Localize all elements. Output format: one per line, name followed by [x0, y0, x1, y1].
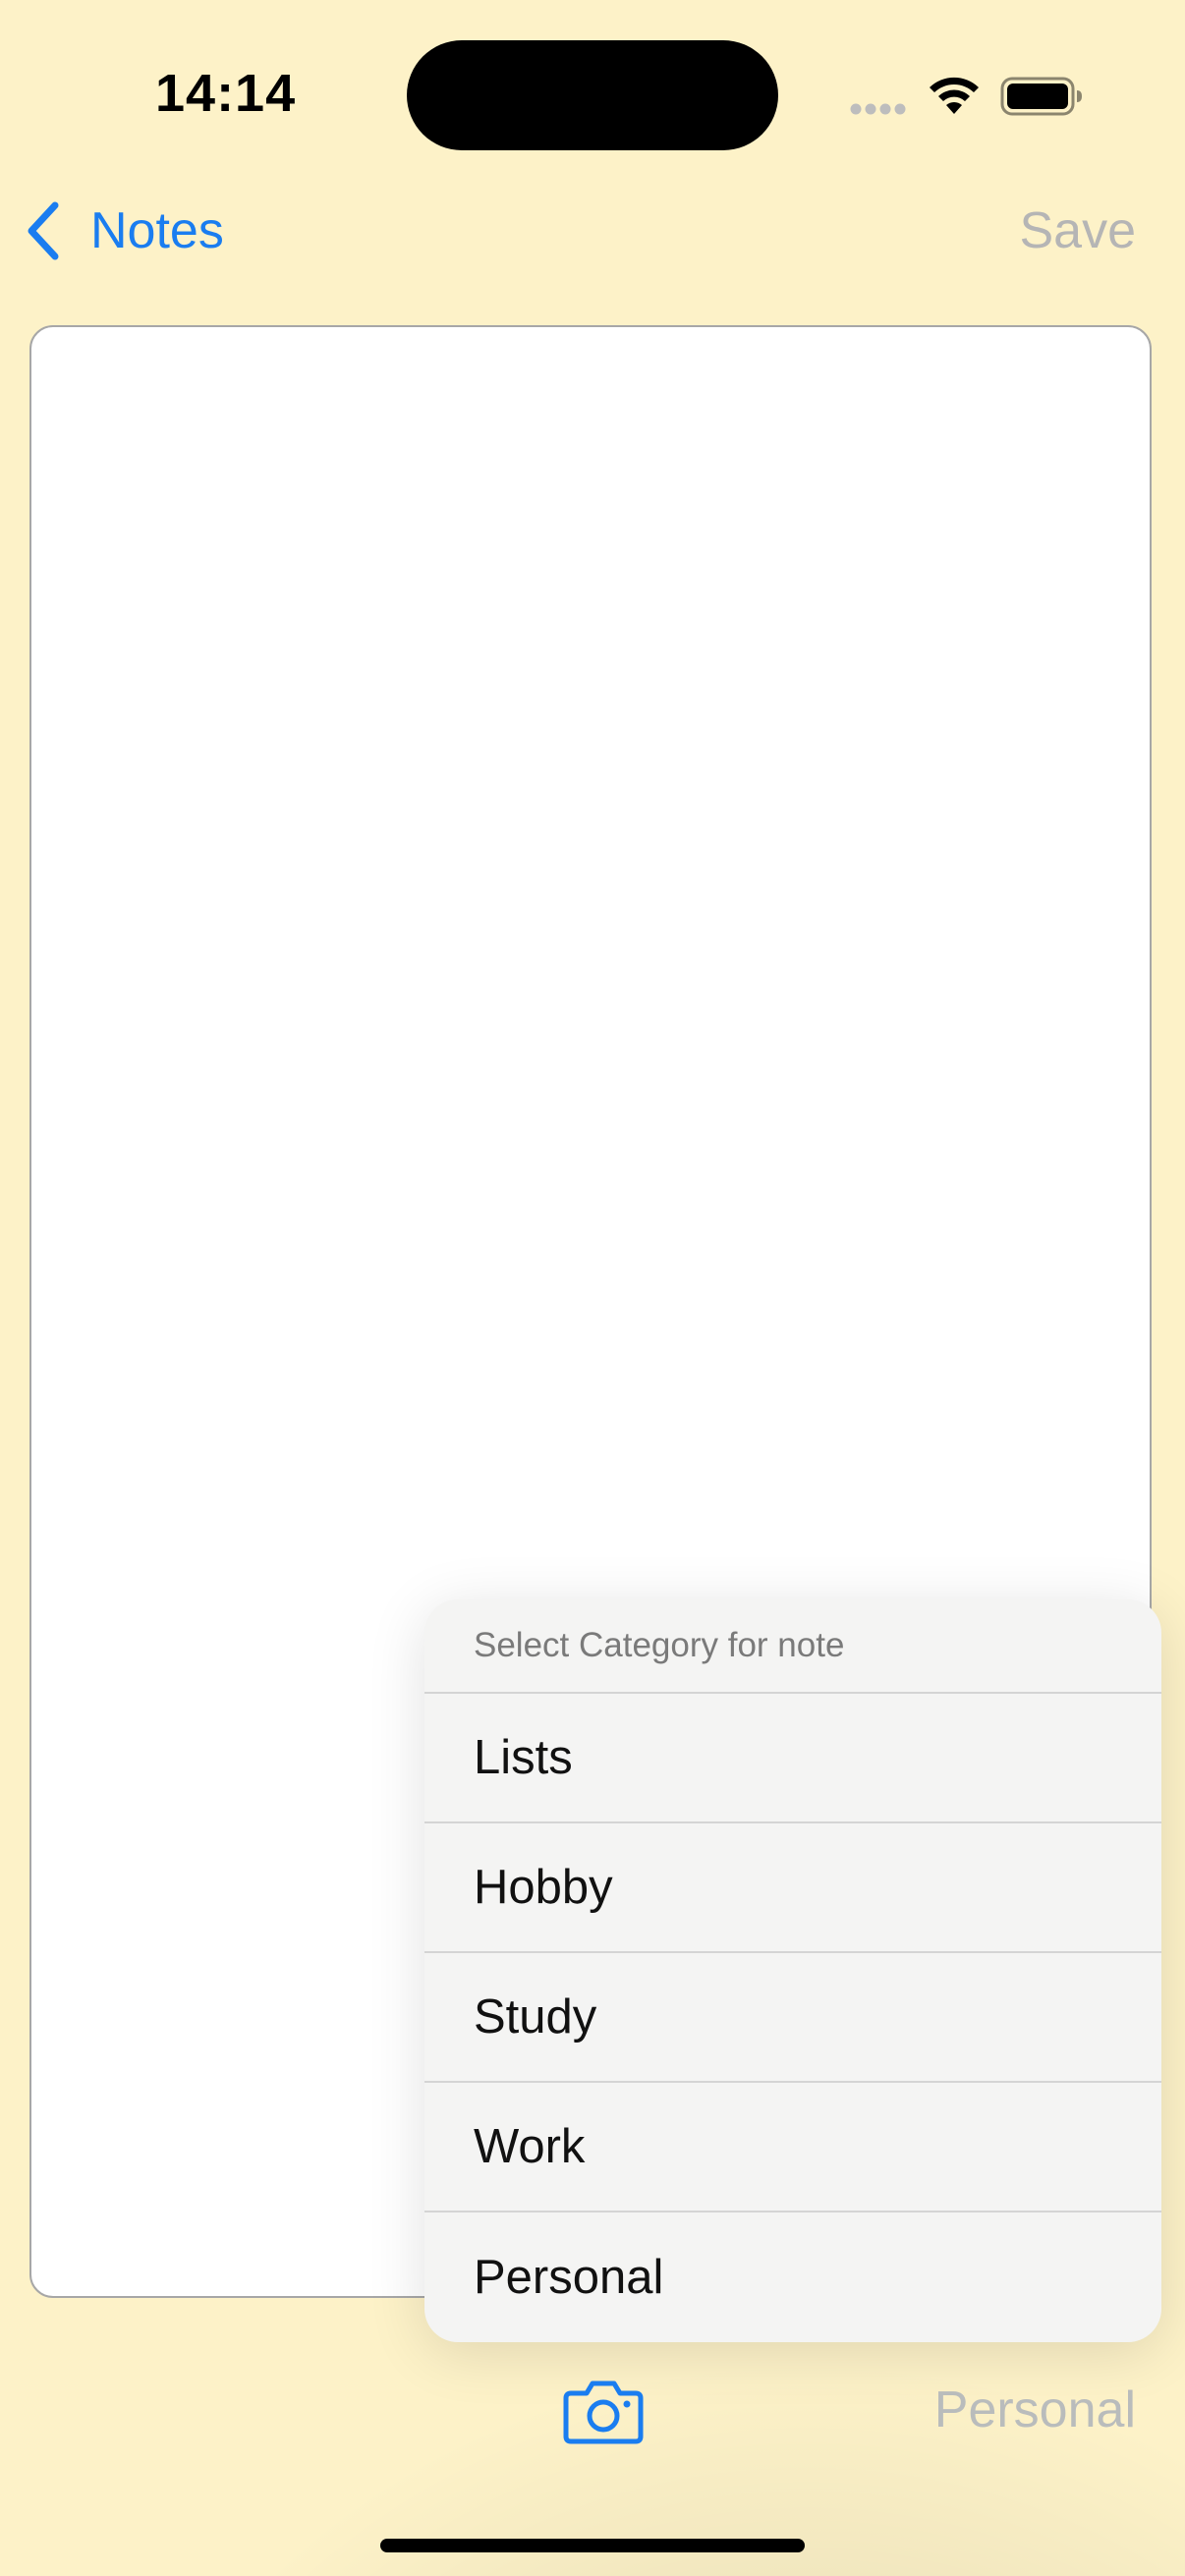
menu-item-lists[interactable]: Lists	[424, 1694, 1161, 1823]
save-button[interactable]: Save	[1019, 201, 1136, 260]
back-button[interactable]: Notes	[24, 196, 224, 265]
dynamic-island	[407, 40, 778, 150]
menu-item-study[interactable]: Study	[424, 1953, 1161, 2083]
signal-dots-icon	[850, 103, 906, 115]
wifi-icon	[930, 77, 979, 114]
selected-category-button[interactable]: Personal	[934, 2380, 1136, 2439]
status-time: 14:14	[155, 64, 297, 123]
menu-item-hobby[interactable]: Hobby	[424, 1823, 1161, 1953]
menu-item-work[interactable]: Work	[424, 2083, 1161, 2212]
battery-icon	[1000, 77, 1082, 116]
back-button-label: Notes	[90, 202, 224, 259]
category-menu: Select Category for note Lists Hobby Stu…	[424, 1599, 1161, 2342]
camera-icon[interactable]	[563, 2376, 644, 2444]
menu-item-personal[interactable]: Personal	[424, 2212, 1161, 2342]
category-menu-title: Select Category for note	[424, 1599, 1161, 1694]
note-editor-screen: 14:14 Notes Save Select Category for not…	[0, 0, 1185, 2576]
chevron-left-icon	[28, 201, 59, 260]
home-indicator[interactable]	[380, 2539, 805, 2552]
